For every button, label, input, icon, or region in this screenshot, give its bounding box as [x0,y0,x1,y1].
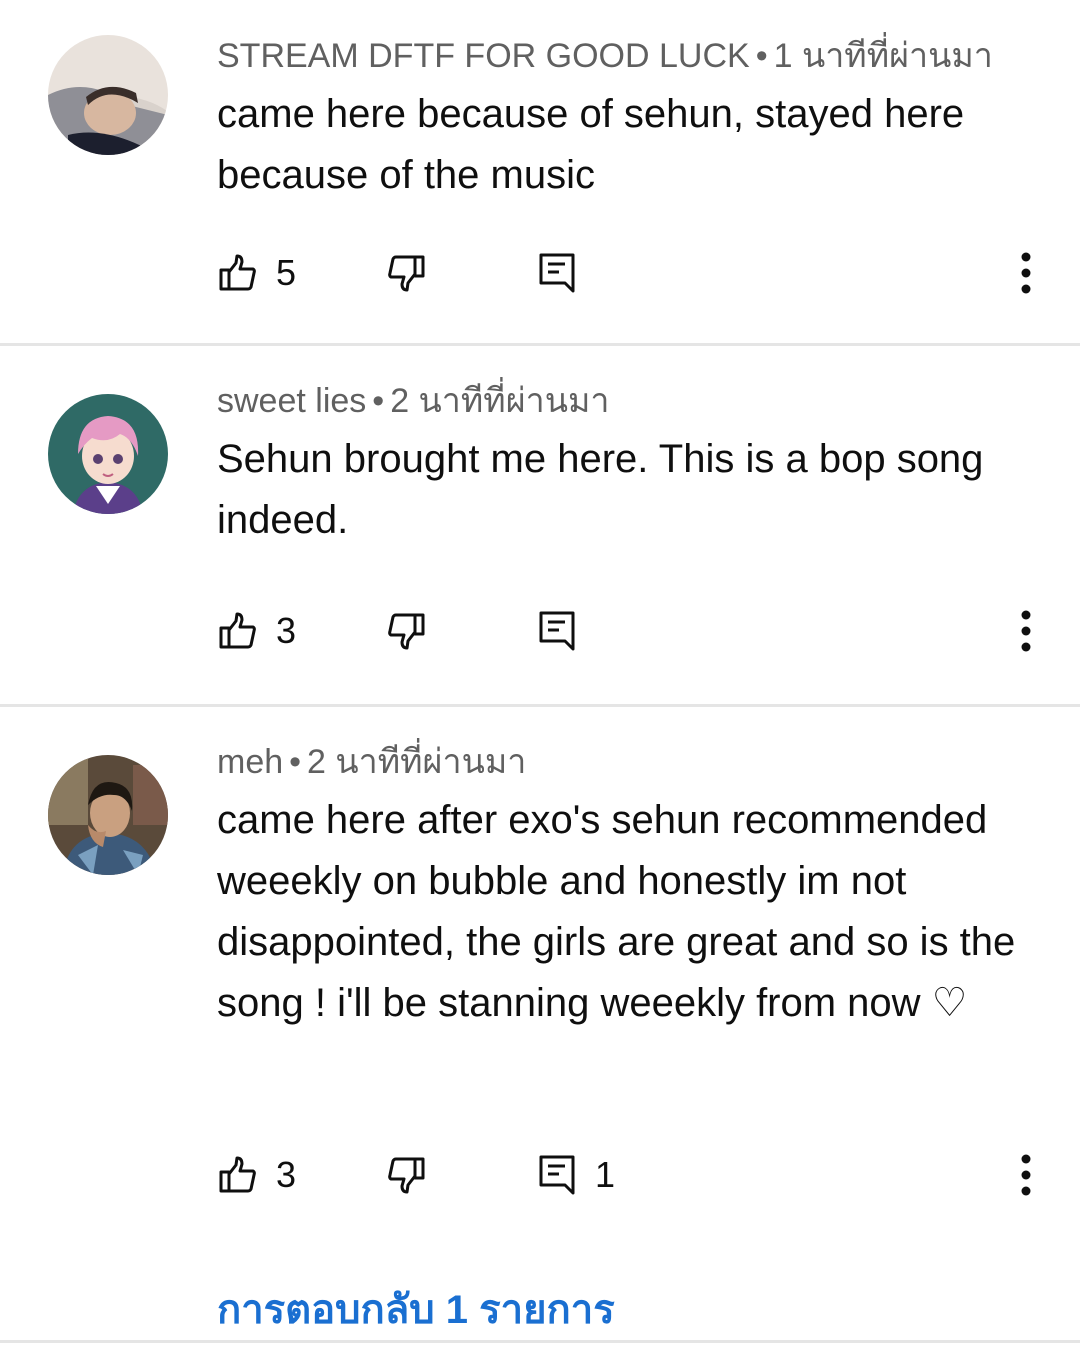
avatar[interactable] [48,394,168,514]
comment-meta: STREAM DFTF FOR GOOD LUCK • 1 นาทีที่ผ่านม… [217,36,993,76]
like-button[interactable]: 3 [218,601,296,661]
thumbs-up-icon [218,1155,258,1195]
view-replies-link[interactable]: การตอบกลับ 1 รายการ [217,1285,615,1335]
reply-button[interactable]: 1 [537,1145,615,1205]
like-count: 3 [276,1154,297,1195]
avatar[interactable] [48,755,168,875]
meta-separator: • [372,382,385,420]
dislike-button[interactable] [386,601,426,661]
comment-item: meh • 2 นาทีที่ผ่านมา came here after exo'… [0,707,1080,1347]
comment-text: came here after exo's sehun recommended … [217,798,1016,1025]
comment-meta: sweet lies • 2 นาทีที่ผ่านมา [217,381,609,421]
author-name[interactable]: sweet lies [217,382,366,420]
thumbs-down-icon [386,611,426,651]
more-options-button[interactable] [1008,601,1044,661]
like-count: 5 [276,252,297,293]
dislike-button[interactable] [386,243,426,303]
avatar[interactable] [48,35,168,155]
reply-count: 1 [595,1154,616,1195]
like-count: 3 [276,610,297,651]
comment-actions: 3 1 [0,1145,1080,1205]
author-name[interactable]: STREAM DFTF FOR GOOD LUCK [217,37,750,75]
timestamp[interactable]: 2 นาทีที่ผ่านมา [307,743,526,781]
comment-text: Sehun brought me here. This is a bop son… [217,437,984,542]
bottom-divider [0,1340,1080,1343]
reply-comment-icon [537,251,577,295]
reply-comment-icon [537,1153,577,1197]
like-button[interactable]: 3 [218,1145,296,1205]
thumbs-down-icon [386,1155,426,1195]
more-vertical-icon [1008,1153,1044,1197]
comment-item: STREAM DFTF FOR GOOD LUCK • 1 นาทีที่ผ่านม… [0,0,1080,343]
thumbs-up-icon [218,611,258,651]
more-vertical-icon [1008,609,1044,653]
thumbs-down-icon [386,253,426,293]
reply-comment-icon [537,609,577,653]
comment-item: sweet lies • 2 นาทีที่ผ่านมา Sehun brought… [0,346,1080,704]
more-options-button[interactable] [1008,1145,1044,1205]
reply-button[interactable] [537,243,577,303]
reply-button[interactable] [537,601,577,661]
comment-actions: 3 [0,601,1080,661]
meta-separator: • [289,743,302,781]
more-vertical-icon [1008,251,1044,295]
comment-actions: 5 [0,243,1080,303]
timestamp[interactable]: 1 นาทีที่ผ่านมา [774,37,993,75]
thumbs-up-icon [218,253,258,293]
like-button[interactable]: 5 [218,243,296,303]
meta-separator: • [755,37,768,75]
dislike-button[interactable] [386,1145,426,1205]
comment-text: came here because of sehun, stayed here … [217,92,965,197]
more-options-button[interactable] [1008,243,1044,303]
timestamp[interactable]: 2 นาทีที่ผ่านมา [390,382,609,420]
author-name[interactable]: meh [217,743,283,781]
comment-meta: meh • 2 นาทีที่ผ่านมา [217,742,526,782]
